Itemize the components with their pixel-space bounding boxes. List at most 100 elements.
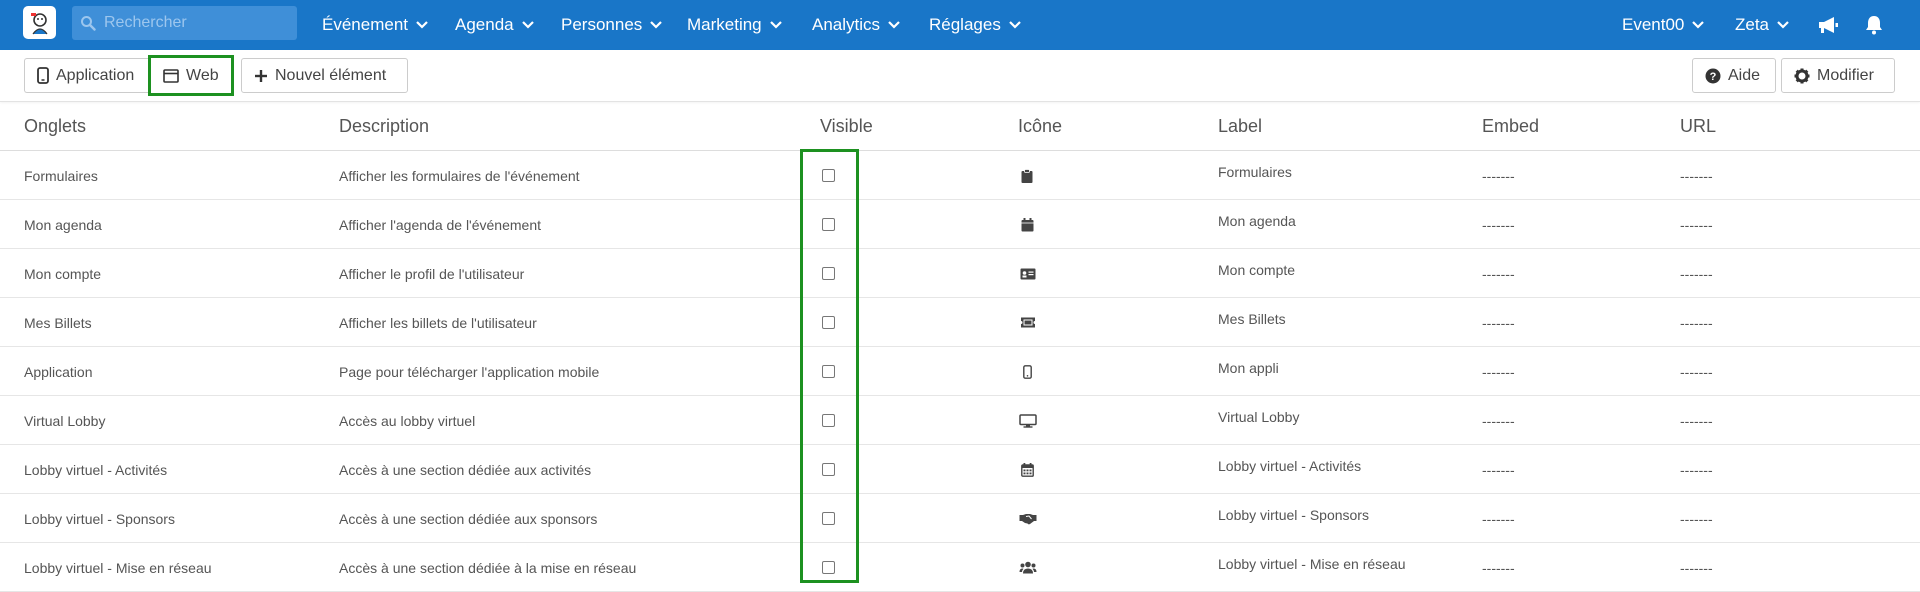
url-cell: ------- xyxy=(1680,559,1713,576)
new-item-label: Nouvel élément xyxy=(275,66,387,84)
id-card-icon xyxy=(1020,268,1036,279)
visible-cell xyxy=(822,396,835,445)
description-cell: Accès à une section dédiée à la mise en … xyxy=(339,559,637,576)
chevron-down-icon xyxy=(650,21,663,29)
visible-cell xyxy=(822,347,835,396)
description-cell: Afficher les formulaires de l'événement xyxy=(339,167,580,184)
search-input[interactable] xyxy=(104,14,284,32)
table-row: Lobby virtuel - Activités Accès à une se… xyxy=(0,445,1920,494)
tabs-table: Onglets Description Visible Icône Label … xyxy=(0,102,1920,592)
edit-label: Modifier xyxy=(1817,66,1874,84)
url-cell: ------- xyxy=(1680,461,1713,478)
nav-menu-personnes[interactable]: Personnes xyxy=(561,0,663,50)
table-row: Mon compte Afficher le profil de l'utili… xyxy=(0,249,1920,298)
icon-cell xyxy=(1021,445,1034,494)
table-row: Formulaires Afficher les formulaires de … xyxy=(0,151,1920,200)
app-logo[interactable] xyxy=(23,6,56,39)
description-cell: Afficher l'agenda de l'événement xyxy=(339,216,542,233)
desktop-icon xyxy=(1019,413,1037,428)
icon-cell xyxy=(1019,396,1037,445)
megaphone-icon xyxy=(1819,17,1838,33)
visible-checkbox[interactable] xyxy=(822,169,835,182)
column-header-visible: Visible xyxy=(820,116,873,136)
nav-menu-evenement[interactable]: Événement xyxy=(322,0,428,50)
tab-name-cell: Mes Billets xyxy=(24,314,92,331)
chevron-down-icon xyxy=(521,21,534,29)
embed-cell: ------- xyxy=(1482,265,1515,282)
icon-cell xyxy=(1019,543,1037,592)
column-header-icone: Icône xyxy=(1018,116,1063,136)
embed-cell: ------- xyxy=(1482,314,1515,331)
description-cell: Accès à une section dédiée aux sponsors xyxy=(339,510,598,527)
embed-cell: ------- xyxy=(1482,167,1515,184)
embed-cell: ------- xyxy=(1482,461,1515,478)
nav-menu-analytics[interactable]: Analytics xyxy=(812,0,900,50)
table-row: Application Page pour télécharger l'appl… xyxy=(0,347,1920,396)
application-view-label: Application xyxy=(56,66,135,84)
event-selector[interactable]: Event00 xyxy=(1622,0,1705,50)
visible-checkbox[interactable] xyxy=(822,218,835,231)
description-cell: Accès au lobby virtuel xyxy=(339,412,476,429)
label-cell: Lobby virtuel - Activités xyxy=(1218,458,1362,474)
url-cell: ------- xyxy=(1680,167,1713,184)
tab-name-cell: Mon compte xyxy=(24,265,102,282)
visible-cell xyxy=(822,445,835,494)
label-cell: Mes Billets xyxy=(1218,311,1286,327)
nav-menu-label: Personnes xyxy=(561,15,643,34)
visible-checkbox[interactable] xyxy=(822,316,835,329)
embed-cell: ------- xyxy=(1482,559,1515,576)
visible-checkbox[interactable] xyxy=(822,414,835,427)
announcements-button[interactable] xyxy=(1816,0,1840,50)
table-row: Mes Billets Afficher les billets de l'ut… xyxy=(0,298,1920,347)
help-label: Aide xyxy=(1728,66,1761,84)
visible-cell xyxy=(822,494,835,543)
web-view-label: Web xyxy=(186,66,219,84)
tab-name-cell: Mon agenda xyxy=(24,216,102,233)
nav-menu-label: Analytics xyxy=(812,15,881,34)
event-selector-label: Event00 xyxy=(1622,15,1685,34)
visible-cell xyxy=(822,249,835,298)
mobile-icon xyxy=(37,67,49,84)
label-cell: Lobby virtuel - Mise en réseau xyxy=(1218,556,1406,572)
label-cell: Lobby virtuel - Sponsors xyxy=(1218,507,1369,523)
label-cell: Mon appli xyxy=(1218,360,1279,376)
table-row: Lobby virtuel - Sponsors Accès à une sec… xyxy=(0,494,1920,543)
application-view-button[interactable]: Application xyxy=(24,58,148,93)
view-toggle-group: Application Web Nouvel élément xyxy=(24,55,408,96)
mobile-icon xyxy=(1023,364,1032,379)
label-cell: Mon agenda xyxy=(1218,213,1296,229)
visible-checkbox[interactable] xyxy=(822,365,835,378)
url-cell: ------- xyxy=(1680,216,1713,233)
embed-cell: ------- xyxy=(1482,216,1515,233)
gear-icon xyxy=(1794,68,1810,83)
question-circle-icon: ? xyxy=(1705,68,1721,83)
handshake-icon xyxy=(1019,513,1037,524)
visible-checkbox[interactable] xyxy=(822,267,835,280)
user-menu[interactable]: Zeta xyxy=(1735,0,1789,50)
new-item-button[interactable]: Nouvel élément xyxy=(241,58,408,93)
icon-cell xyxy=(1020,249,1036,298)
web-view-button[interactable]: Web xyxy=(148,55,234,96)
tab-name-cell: Formulaires xyxy=(24,167,98,184)
visible-checkbox[interactable] xyxy=(822,561,835,574)
icon-cell xyxy=(1023,347,1032,396)
label-cell: Virtual Lobby xyxy=(1218,409,1300,425)
help-button[interactable]: ? Aide xyxy=(1692,58,1776,93)
embed-cell: ------- xyxy=(1482,412,1515,429)
icon-cell xyxy=(1021,200,1034,249)
nav-menu-marketing[interactable]: Marketing xyxy=(687,0,782,50)
plus-icon xyxy=(255,69,267,82)
edit-button[interactable]: Modifier xyxy=(1781,58,1895,93)
embed-cell: ------- xyxy=(1482,363,1515,380)
column-header-description: Description xyxy=(339,116,430,136)
table-header: Onglets Description Visible Icône Label … xyxy=(0,102,1920,151)
visible-checkbox[interactable] xyxy=(822,512,835,525)
nav-menu-agenda[interactable]: Agenda xyxy=(455,0,534,50)
tab-name-cell: Virtual Lobby xyxy=(24,412,106,429)
notifications-button[interactable] xyxy=(1862,0,1886,50)
visible-checkbox[interactable] xyxy=(822,463,835,476)
search-box[interactable] xyxy=(72,6,297,40)
url-cell: ------- xyxy=(1680,412,1713,429)
nav-menu-reglages[interactable]: Réglages xyxy=(929,0,1021,50)
window-icon xyxy=(163,68,179,83)
